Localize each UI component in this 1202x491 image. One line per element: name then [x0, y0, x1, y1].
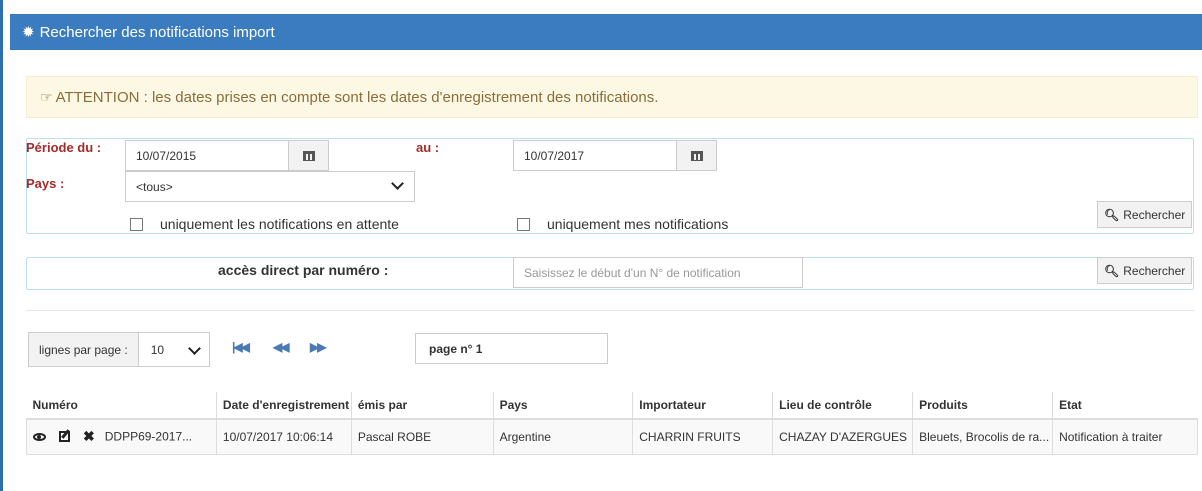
table-cell: 10/07/2017 10:06:14 [215, 419, 352, 455]
eye-icon[interactable] [33, 432, 46, 441]
search-icon: 🔍︎ [1104, 263, 1120, 278]
column-header[interactable]: Etat [1052, 392, 1198, 420]
notification-number[interactable]: DDPP69-2017... [105, 430, 192, 444]
period-label: Période du : [26, 140, 102, 155]
mine-checkbox-row[interactable]: uniquement mes notifications [517, 216, 728, 232]
direct-access-label: accès direct par numéro : [218, 262, 389, 278]
first-page-icon[interactable]: |◀◀ [232, 340, 250, 354]
panel-title: Rechercher des notifications import [39, 23, 275, 41]
rows-per-page-value: 10 [150, 342, 165, 357]
column-header[interactable]: Lieu de contrôle [772, 392, 914, 420]
left-border [0, 0, 3, 491]
attention-alert: ☞ ATTENTION : les dates prises en compte… [26, 76, 1198, 118]
page-number-value: page n° 1 [429, 341, 483, 356]
table-cell: Bleuets, Brocolis de ra... [912, 419, 1054, 455]
country-value: <tous> [136, 179, 173, 194]
next-page-icon[interactable]: ▶▶ [310, 340, 327, 354]
alert-text: ATTENTION : les dates prises en compte s… [55, 88, 659, 106]
column-header[interactable]: Produits [912, 392, 1054, 420]
column-header[interactable]: Date d'enregistrement [216, 392, 352, 420]
table-cell: CHARRIN FRUITS [632, 419, 774, 455]
page-number-field[interactable]: page n° 1 [415, 333, 608, 364]
column-header[interactable]: Pays [493, 392, 634, 420]
table-cell: CHAZAY D'AZERGUES [772, 419, 914, 455]
direct-search-button[interactable]: 🔍︎ Rechercher [1097, 257, 1193, 284]
column-header[interactable]: Importateur [632, 392, 774, 420]
search-icon: 🔍︎ [1104, 207, 1120, 222]
pending-checkbox-row[interactable]: uniquement les notifications en attente [130, 216, 399, 232]
search-button[interactable]: 🔍︎ Rechercher [1097, 201, 1193, 228]
notification-number-placeholder: Saisissez le début d'un N° de notificati… [524, 265, 741, 280]
table-header-row: Numéro Date d'enregistrement émis par Pa… [26, 392, 1198, 420]
pending-checkbox[interactable] [130, 217, 143, 231]
country-label: Pays : [26, 176, 65, 191]
date-to-value: 10/07/2017 [524, 148, 585, 163]
calendar-icon[interactable] [676, 141, 716, 170]
notification-number-input[interactable]: Saisissez le début d'un N° de notificati… [513, 257, 803, 288]
pager: lignes par page : 10 [28, 332, 210, 367]
direct-search-button-label: Rechercher [1123, 263, 1186, 278]
page: ✹ Rechercher des notifications import ☞ … [0, 0, 1202, 491]
country-select[interactable]: <tous> [125, 171, 415, 202]
table-row[interactable]: ✖ DDPP69-2017... 10/07/2017 10:06:14 Pas… [26, 419, 1198, 455]
mine-checkbox[interactable] [517, 217, 530, 231]
chevron-down-icon [391, 177, 404, 190]
hand-pointer-icon: ☞ [40, 88, 53, 105]
search-button-label: Rechercher [1123, 207, 1186, 222]
date-from-value: 10/07/2015 [136, 148, 197, 163]
column-header[interactable]: émis par [351, 392, 494, 420]
notifications-table: Numéro Date d'enregistrement émis par Pa… [26, 392, 1198, 455]
table-cell: Argentine [492, 419, 634, 455]
table-cell: Notification à traiter [1052, 419, 1198, 455]
delete-icon[interactable]: ✖ [83, 428, 95, 445]
mine-checkbox-label: uniquement mes notifications [547, 216, 729, 232]
column-header[interactable]: Numéro [26, 392, 217, 420]
previous-page-icon[interactable]: ◀◀ [273, 340, 290, 354]
gear-icon: ✹ [22, 24, 35, 41]
rows-per-page-select[interactable]: 10 [138, 332, 210, 367]
panel-header: ✹ Rechercher des notifications import [10, 14, 1202, 50]
to-label: au : [416, 140, 440, 155]
calendar-icon[interactable] [288, 141, 328, 170]
chevron-down-icon [187, 342, 201, 355]
edit-icon[interactable] [59, 431, 70, 443]
date-from-field[interactable]: 10/07/2015 [125, 140, 329, 171]
divider [26, 310, 1194, 311]
rows-per-page-label: lignes par page : [28, 332, 139, 367]
table-cell: Pascal ROBE [350, 419, 494, 455]
table-cell-number: ✖ DDPP69-2017... [26, 419, 217, 455]
date-to-field[interactable]: 10/07/2017 [513, 140, 717, 171]
pending-checkbox-label: uniquement les notifications en attente [160, 216, 399, 232]
